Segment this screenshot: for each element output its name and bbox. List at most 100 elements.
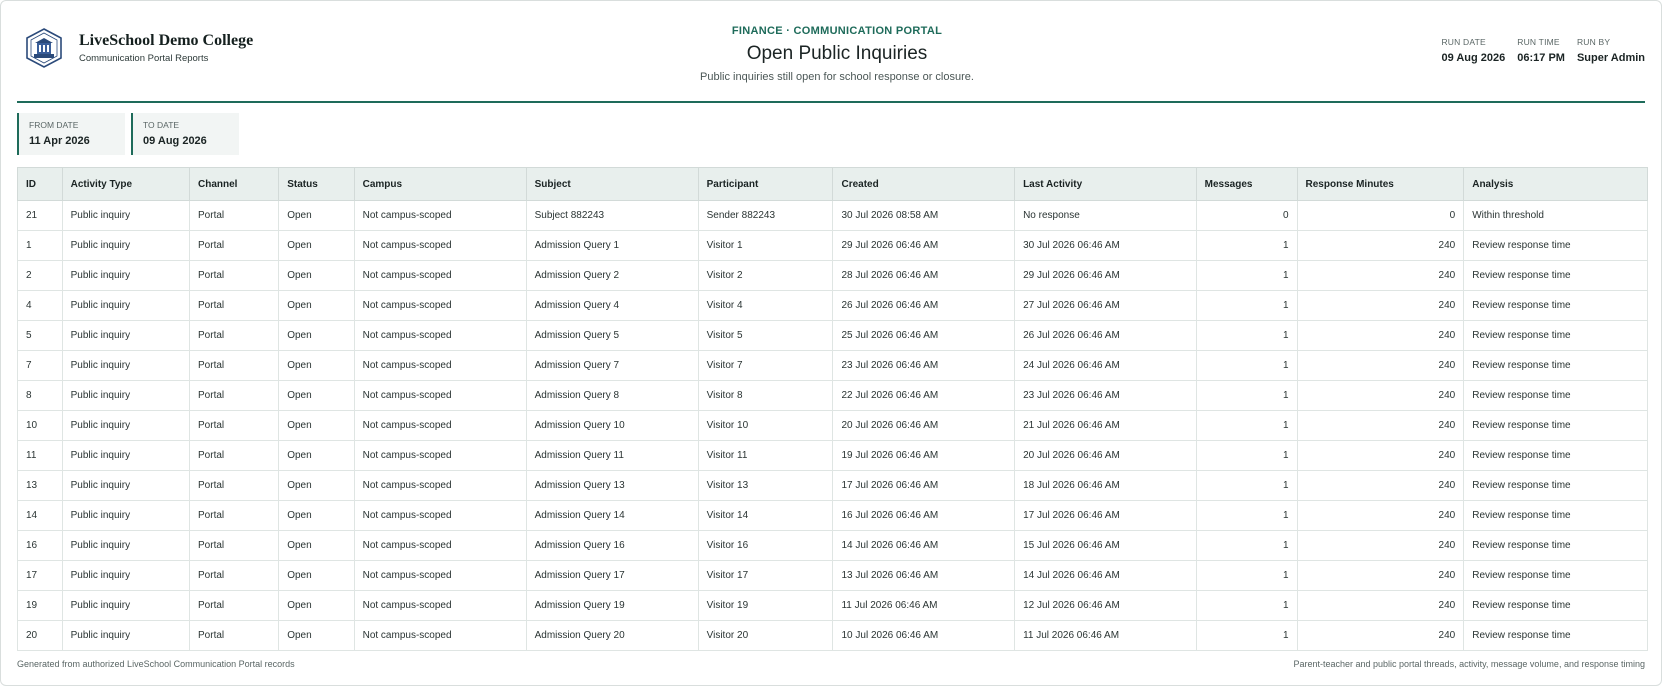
table-cell: 1 — [17, 230, 63, 261]
table-cell: 1 — [1195, 470, 1298, 501]
table-cell: Admission Query 11 — [525, 440, 699, 471]
date-filters: FROM DATE 11 Apr 2026 TO DATE 09 Aug 202… — [17, 113, 245, 155]
table-cell: Public inquiry — [61, 260, 191, 291]
table-cell: Visitor 14 — [697, 500, 834, 531]
table-cell: Visitor 11 — [697, 440, 834, 471]
table-cell: Portal — [189, 470, 280, 501]
table-cell: 14 Jul 2026 06:46 AM — [832, 530, 1016, 561]
table-cell: Open — [278, 440, 355, 471]
table-cell: Admission Query 17 — [525, 560, 699, 591]
table-cell: Review response time — [1463, 560, 1648, 591]
run-time-label: RUN TIME — [1517, 37, 1560, 47]
table-cell: 20 — [17, 620, 63, 651]
table-cell: 1 — [1195, 380, 1298, 411]
table-cell: 1 — [1195, 320, 1298, 351]
table-cell: 16 Jul 2026 06:46 AM — [832, 500, 1016, 531]
table-cell: 1 — [1195, 290, 1298, 321]
table-cell: Not campus-scoped — [353, 440, 527, 471]
table-cell: 30 Jul 2026 08:58 AM — [832, 200, 1016, 231]
table-cell: Public inquiry — [61, 350, 191, 381]
table-row: 10 Public inquiry Portal Open Not campus-sco… — [17, 410, 1648, 441]
table-cell: Open — [278, 500, 355, 531]
school-crest-icon — [26, 28, 62, 68]
table-cell: 240 — [1296, 380, 1465, 411]
table-cell: Portal — [189, 320, 280, 351]
table-row: 8 Public inquiry Portal Open Not campus-scop… — [17, 380, 1648, 411]
to-date-label: TO DATE — [143, 120, 180, 130]
report-subtitle: Public inquiries still open for school r… — [700, 71, 974, 83]
table-cell: Portal — [189, 410, 280, 441]
column-header: ID — [17, 167, 63, 201]
table-cell: Admission Query 5 — [525, 320, 699, 351]
table-cell: Public inquiry — [61, 560, 191, 591]
table-row: 5 Public inquiry Portal Open Not campus-scop… — [17, 320, 1648, 351]
table-cell: 4 — [17, 290, 63, 321]
table-cell: 18 Jul 2026 06:46 AM — [1014, 470, 1197, 501]
table-cell: 17 Jul 2026 06:46 AM — [1014, 500, 1197, 531]
table-cell: Review response time — [1463, 380, 1648, 411]
table-cell: 1 — [1195, 530, 1298, 561]
table-cell: Review response time — [1463, 440, 1648, 471]
table-cell: 240 — [1296, 350, 1465, 381]
table-cell: Visitor 20 — [697, 620, 834, 651]
table-cell: Admission Query 10 — [525, 410, 699, 441]
table-cell: 5 — [17, 320, 63, 351]
run-date: RUN DATE 09 Aug 2026 — [1441, 37, 1505, 64]
table-cell: Admission Query 1 — [525, 230, 699, 261]
table-cell: 240 — [1296, 290, 1465, 321]
table-cell: 1 — [1195, 350, 1298, 381]
table-cell: 10 — [17, 410, 63, 441]
table-cell: 240 — [1296, 620, 1465, 651]
table-cell: 240 — [1296, 530, 1465, 561]
table-cell: Portal — [189, 230, 280, 261]
report-header: LiveSchool Demo College Communication Po… — [17, 1, 1645, 103]
table-cell: 28 Jul 2026 06:46 AM — [832, 260, 1016, 291]
table-cell: Not campus-scoped — [353, 530, 527, 561]
table-cell: Review response time — [1463, 320, 1648, 351]
table-cell: Public inquiry — [61, 530, 191, 561]
table-cell: 14 — [17, 500, 63, 531]
table-cell: 2 — [17, 260, 63, 291]
table-cell: Review response time — [1463, 260, 1648, 291]
table-cell: 13 Jul 2026 06:46 AM — [832, 560, 1016, 591]
column-header: Activity Type — [61, 167, 191, 201]
table-cell: Portal — [189, 290, 280, 321]
table-cell: Portal — [189, 560, 280, 591]
run-date-value: 09 Aug 2026 — [1441, 52, 1506, 64]
table-cell: 20 Jul 2026 06:46 AM — [832, 410, 1016, 441]
table-cell: 1 — [1195, 560, 1298, 591]
table-cell: 1 — [1195, 440, 1298, 471]
table-cell: Portal — [189, 440, 280, 471]
school-subtitle: Communication Portal Reports — [79, 53, 209, 64]
table-cell: Portal — [189, 260, 280, 291]
table-cell: Public inquiry — [61, 620, 191, 651]
table-cell: Review response time — [1463, 410, 1648, 441]
table-cell: 1 — [1195, 620, 1298, 651]
table-cell: Not campus-scoped — [353, 260, 527, 291]
table-cell: Review response time — [1463, 500, 1648, 531]
table-cell: Review response time — [1463, 350, 1648, 381]
table-cell: 17 — [17, 560, 63, 591]
from-date-filter: FROM DATE 11 Apr 2026 — [17, 113, 125, 155]
table-row: 17 Public inquiry Portal Open Not campus-sco… — [17, 560, 1648, 591]
table-cell: Public inquiry — [61, 410, 191, 441]
table-cell: Review response time — [1463, 620, 1648, 651]
table-cell: 240 — [1296, 560, 1465, 591]
table-row: 19 Public inquiry Portal Open Not campus-sco… — [17, 590, 1648, 621]
table-cell: Public inquiry — [61, 590, 191, 621]
table-cell: 23 Jul 2026 06:46 AM — [1014, 380, 1197, 411]
table-cell: Not campus-scoped — [353, 320, 527, 351]
table-cell: Review response time — [1463, 470, 1648, 501]
table-cell: Public inquiry — [61, 320, 191, 351]
table-cell: 0 — [1296, 200, 1465, 231]
table-cell: 27 Jul 2026 06:46 AM — [1014, 290, 1197, 321]
table-cell: Open — [278, 350, 355, 381]
table-cell: Public inquiry — [61, 470, 191, 501]
table-cell: Admission Query 2 — [525, 260, 699, 291]
table-cell: Admission Query 8 — [525, 380, 699, 411]
table-cell: Portal — [189, 350, 280, 381]
run-time-value: 06:17 PM — [1517, 52, 1565, 64]
column-header: Last Activity — [1014, 167, 1197, 201]
table-cell: Sender 882243 — [697, 200, 834, 231]
table-cell: Not campus-scoped — [353, 590, 527, 621]
